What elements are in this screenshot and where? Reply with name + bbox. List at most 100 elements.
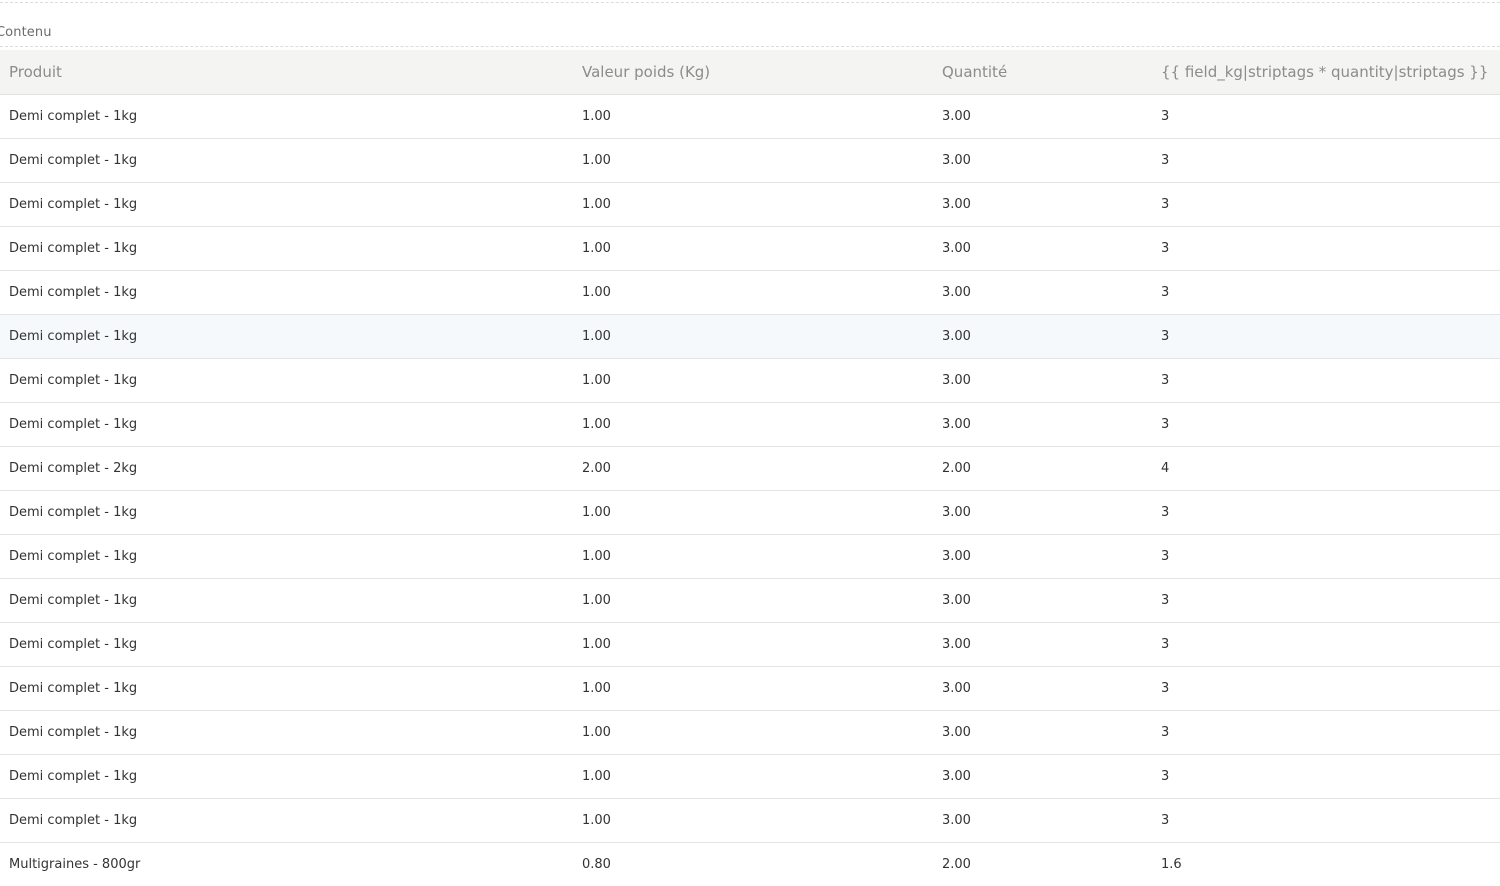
cell-calc: 1.6 — [1161, 856, 1182, 872]
cell-poids: 1.00 — [582, 548, 611, 564]
cell-produit: Demi complet - 1kg — [9, 680, 138, 696]
page: Contenu Produit Valeur poids (Kg) Quanti… — [0, 0, 1500, 886]
cell-produit: Demi complet - 2kg — [9, 460, 138, 476]
column-header-calc[interactable]: {{ field_kg|striptags * quantity|stripta… — [1152, 50, 1500, 95]
table-header: Produit Valeur poids (Kg) Quantité {{ fi… — [0, 50, 1500, 95]
cell-calc: 3 — [1161, 680, 1170, 696]
cell-produit: Demi complet - 1kg — [9, 812, 138, 828]
table-row[interactable]: Demi complet - 1kg 1.00 3.00 3 — [0, 754, 1500, 798]
cell-poids: 1.00 — [582, 416, 611, 432]
cell-quantite: 3.00 — [942, 680, 971, 696]
cell-poids: 1.00 — [582, 592, 611, 608]
cell-quantite: 3.00 — [942, 504, 971, 520]
cell-calc: 4 — [1161, 460, 1170, 476]
cell-quantite: 3.00 — [942, 152, 971, 168]
table-row[interactable]: Demi complet - 1kg 1.00 3.00 3 — [0, 798, 1500, 842]
section-divider — [0, 46, 1500, 47]
table-row[interactable]: Demi complet - 1kg 1.00 3.00 3 — [0, 490, 1500, 534]
column-header-quantite[interactable]: Quantité — [933, 50, 1152, 95]
cell-calc: 3 — [1161, 416, 1170, 432]
cell-produit: Demi complet - 1kg — [9, 108, 138, 124]
cell-produit: Demi complet - 1kg — [9, 196, 138, 212]
cell-produit: Demi complet - 1kg — [9, 152, 138, 168]
cell-poids: 1.00 — [582, 812, 611, 828]
cell-quantite: 3.00 — [942, 812, 971, 828]
cell-poids: 1.00 — [582, 724, 611, 740]
table-row[interactable]: Demi complet - 1kg 1.00 3.00 3 — [0, 534, 1500, 578]
table-row[interactable]: Multigraines - 800gr 0.80 2.00 1.6 — [0, 842, 1500, 886]
cell-poids: 0.80 — [582, 856, 611, 872]
table-row[interactable]: Demi complet - 2kg 2.00 2.00 4 — [0, 446, 1500, 490]
cell-poids: 1.00 — [582, 108, 611, 124]
cell-poids: 1.00 — [582, 504, 611, 520]
cell-calc: 3 — [1161, 592, 1170, 608]
cell-produit: Multigraines - 800gr — [9, 856, 141, 872]
header-row: Produit Valeur poids (Kg) Quantité {{ fi… — [0, 50, 1500, 95]
cell-quantite: 3.00 — [942, 240, 971, 256]
table-row[interactable]: Demi complet - 1kg 1.00 3.00 3 — [0, 270, 1500, 314]
cell-poids: 1.00 — [582, 768, 611, 784]
cell-quantite: 3.00 — [942, 328, 971, 344]
cell-calc: 3 — [1161, 812, 1170, 828]
table-body: Demi complet - 1kg 1.00 3.00 3 Demi complet … — [0, 94, 1500, 886]
cell-quantite: 3.00 — [942, 548, 971, 564]
cell-quantite: 2.00 — [942, 460, 971, 476]
cell-produit: Demi complet - 1kg — [9, 328, 138, 344]
cell-quantite: 3.00 — [942, 724, 971, 740]
table-row[interactable]: Demi complet - 1kg 1.00 3.00 3 — [0, 666, 1500, 710]
cell-produit: Demi complet - 1kg — [9, 372, 138, 388]
cell-produit: Demi complet - 1kg — [9, 768, 138, 784]
cell-calc: 3 — [1161, 328, 1170, 344]
table-row[interactable]: Demi complet - 1kg 1.00 3.00 3 — [0, 402, 1500, 446]
table-row[interactable]: Demi complet - 1kg 1.00 3.00 3 — [0, 578, 1500, 622]
cell-poids: 1.00 — [582, 284, 611, 300]
table-row[interactable]: Demi complet - 1kg 1.00 3.00 3 — [0, 138, 1500, 182]
table-row[interactable]: Demi complet - 1kg 1.00 3.00 3 — [0, 226, 1500, 270]
cell-poids: 1.00 — [582, 680, 611, 696]
column-header-produit[interactable]: Produit — [0, 50, 573, 95]
content-table: Produit Valeur poids (Kg) Quantité {{ fi… — [0, 50, 1500, 886]
cell-produit: Demi complet - 1kg — [9, 724, 138, 740]
cell-calc: 3 — [1161, 636, 1170, 652]
cell-quantite: 3.00 — [942, 284, 971, 300]
cell-calc: 3 — [1161, 196, 1170, 212]
cell-produit: Demi complet - 1kg — [9, 548, 138, 564]
cell-calc: 3 — [1161, 372, 1170, 388]
table-row[interactable]: Demi complet - 1kg 1.00 3.00 3 — [0, 622, 1500, 666]
table-row[interactable]: Demi complet - 1kg 1.00 3.00 3 — [0, 314, 1500, 358]
cell-poids: 1.00 — [582, 372, 611, 388]
cell-produit: Demi complet - 1kg — [9, 636, 138, 652]
cell-quantite: 3.00 — [942, 196, 971, 212]
section-label: Contenu — [0, 25, 52, 40]
cell-produit: Demi complet - 1kg — [9, 504, 138, 520]
cell-calc: 3 — [1161, 724, 1170, 740]
cell-produit: Demi complet - 1kg — [9, 416, 138, 432]
cell-calc: 3 — [1161, 504, 1170, 520]
cell-produit: Demi complet - 1kg — [9, 284, 138, 300]
cell-produit: Demi complet - 1kg — [9, 592, 138, 608]
table-row[interactable]: Demi complet - 1kg 1.00 3.00 3 — [0, 182, 1500, 226]
cell-quantite: 3.00 — [942, 768, 971, 784]
cell-poids: 1.00 — [582, 240, 611, 256]
cell-quantite: 3.00 — [942, 592, 971, 608]
cell-calc: 3 — [1161, 152, 1170, 168]
cell-calc: 3 — [1161, 240, 1170, 256]
cell-quantite: 3.00 — [942, 636, 971, 652]
cell-calc: 3 — [1161, 284, 1170, 300]
top-divider — [0, 2, 1500, 3]
cell-poids: 1.00 — [582, 636, 611, 652]
cell-poids: 1.00 — [582, 196, 611, 212]
cell-poids: 2.00 — [582, 460, 611, 476]
table-row[interactable]: Demi complet - 1kg 1.00 3.00 3 — [0, 358, 1500, 402]
table-row[interactable]: Demi complet - 1kg 1.00 3.00 3 — [0, 710, 1500, 754]
table-row[interactable]: Demi complet - 1kg 1.00 3.00 3 — [0, 94, 1500, 138]
column-header-poids[interactable]: Valeur poids (Kg) — [573, 50, 933, 95]
cell-poids: 1.00 — [582, 328, 611, 344]
cell-quantite: 2.00 — [942, 856, 971, 872]
cell-quantite: 3.00 — [942, 416, 971, 432]
cell-poids: 1.00 — [582, 152, 611, 168]
cell-quantite: 3.00 — [942, 108, 971, 124]
cell-calc: 3 — [1161, 108, 1170, 124]
cell-produit: Demi complet - 1kg — [9, 240, 138, 256]
cell-quantite: 3.00 — [942, 372, 971, 388]
